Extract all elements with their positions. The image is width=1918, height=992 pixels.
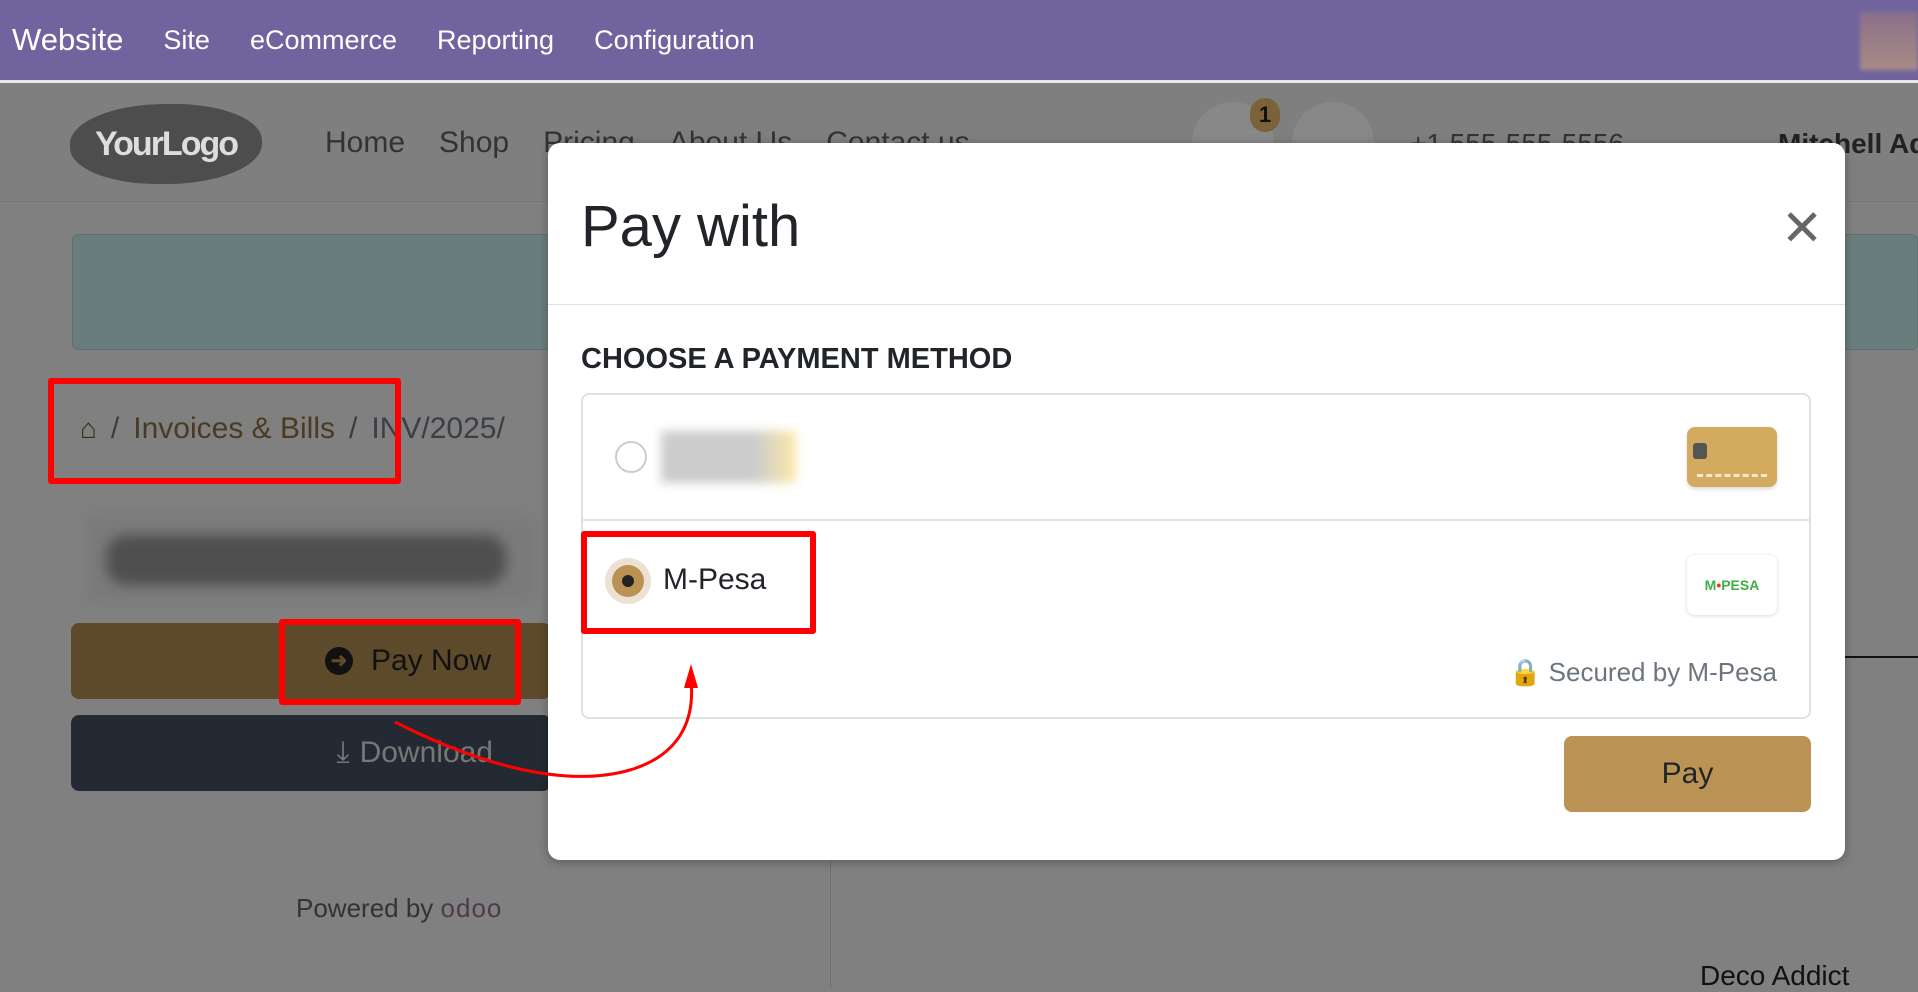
powered-by-text: Powered by (296, 893, 434, 923)
download-button[interactable]: ⤓ Download (71, 715, 551, 791)
payment-method-radio[interactable] (615, 441, 647, 473)
nav-home[interactable]: Home (325, 126, 405, 160)
dialog-title: Pay with (581, 194, 801, 259)
annotation-box-pay-now (279, 619, 521, 705)
menu-ecommerce[interactable]: eCommerce (250, 25, 397, 56)
site-logo[interactable]: YourLogo (70, 104, 262, 184)
annotation-box-mpesa (581, 531, 816, 634)
odoo-logo[interactable]: odoo (441, 893, 503, 923)
powered-by: Powered by odoo (296, 893, 502, 924)
secured-by: 🔒 Secured by M-Pesa (1509, 657, 1777, 688)
mpesa-logo: M•PESA (1687, 555, 1777, 615)
menu-site[interactable]: Site (163, 25, 210, 56)
lock-icon: 🔒 (1509, 657, 1542, 687)
payment-method-heading: CHOOSE A PAYMENT METHOD (581, 343, 1013, 375)
customer-name: Deco Addict (1700, 960, 1850, 991)
avatar[interactable] (1860, 12, 1918, 70)
top-navbar: Website Site eCommerce Reporting Configu… (0, 0, 1918, 83)
secured-text: Secured by M-Pesa (1548, 657, 1777, 687)
payment-dialog: Pay with ✕ CHOOSE A PAYMENT METHOD M-Pes… (548, 143, 1845, 860)
payment-method-name-blurred (661, 431, 796, 483)
divider (548, 304, 1845, 305)
app-brand[interactable]: Website (12, 22, 123, 58)
nav-shop[interactable]: Shop (439, 126, 509, 160)
annotation-box-breadcrumb (48, 378, 401, 484)
payment-method-option[interactable] (583, 395, 1809, 521)
download-icon: ⤓ (336, 736, 350, 769)
cart-count-badge: 1 (1250, 98, 1280, 132)
divider (1840, 656, 1918, 658)
download-label: Download (359, 736, 493, 769)
pay-button[interactable]: Pay (1564, 736, 1811, 812)
menu-reporting[interactable]: Reporting (437, 25, 554, 56)
menu-configuration[interactable]: Configuration (594, 25, 755, 56)
invoice-amount-blurred (86, 515, 536, 603)
close-icon[interactable]: ✕ (1781, 203, 1823, 253)
credit-card-icon (1687, 427, 1777, 487)
